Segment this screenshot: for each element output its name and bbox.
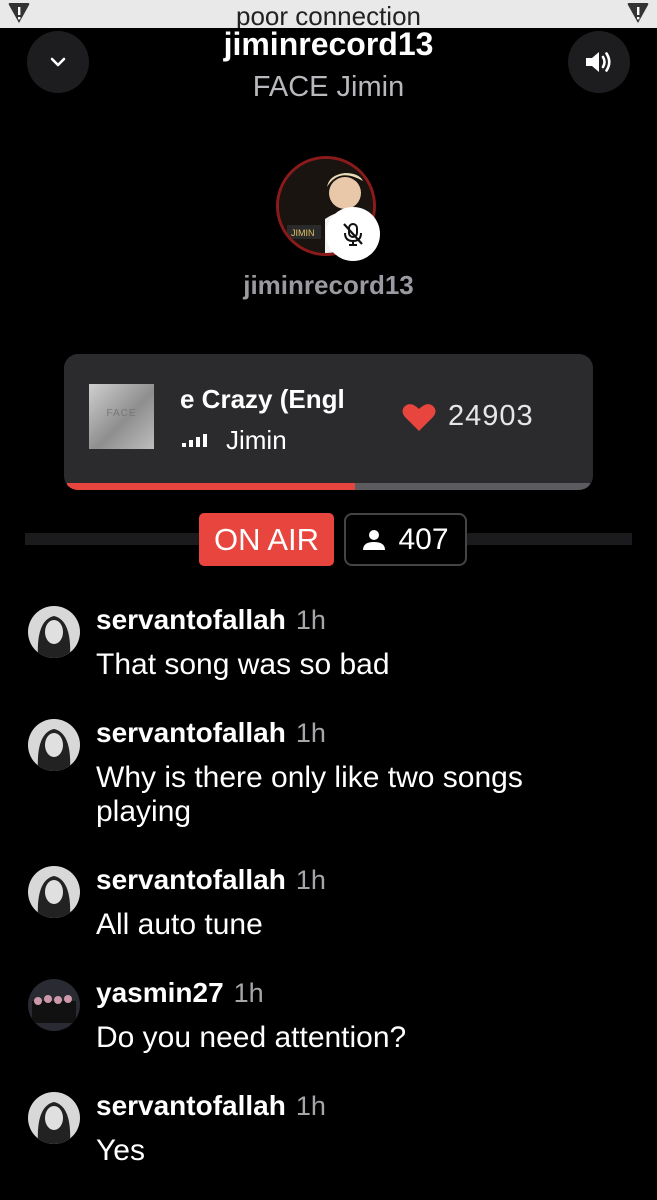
artist-row: Jimin — [182, 424, 287, 456]
album-cover-text: FACE — [106, 408, 137, 419]
chat-text: Do you need attention? — [96, 1021, 407, 1054]
now-playing-card[interactable]: FACE e Crazy (Engl Jimin 24903 — [64, 354, 593, 490]
heart-icon — [402, 403, 436, 431]
progress-fill — [67, 483, 355, 490]
signal-bars-icon — [182, 434, 207, 447]
album-cover: FACE — [89, 384, 154, 449]
connection-banner: poor connection — [0, 0, 657, 28]
user-avatar[interactable] — [28, 1092, 80, 1144]
title-fade — [354, 382, 378, 418]
connection-banner-text: poor connection — [235, 1, 422, 28]
room-title: jiminrecord13 — [223, 26, 434, 62]
on-air-badge: ON AIR — [199, 513, 334, 566]
user-avatar[interactable] — [28, 979, 80, 1031]
chat-username[interactable]: yasmin27 — [96, 977, 224, 1008]
chat-timestamp: 1h — [295, 718, 326, 748]
chat-text: That song was so bad — [96, 648, 390, 681]
svg-text:JIMIN: JIMIN — [291, 228, 315, 238]
like-count: 24903 — [448, 400, 534, 432]
chat-text: Why is there only like two songs playing — [96, 761, 523, 828]
person-icon — [363, 529, 386, 550]
chat-text: All auto tune — [96, 908, 263, 941]
divider-right — [467, 533, 632, 545]
chat-username[interactable]: servantofallah — [96, 717, 286, 748]
artist-name: Jimin — [226, 424, 287, 455]
mic-muted-icon — [343, 223, 363, 246]
chat-username[interactable]: servantofallah — [96, 864, 286, 895]
divider-left — [25, 533, 200, 545]
chat-timestamp: 1h — [295, 865, 326, 895]
user-avatar[interactable] — [28, 606, 80, 658]
host-name: jiminrecord13 — [243, 270, 414, 300]
chat-timestamp: 1h — [295, 605, 326, 635]
user-avatar[interactable] — [28, 719, 80, 771]
listener-count-badge[interactable]: 407 — [344, 513, 467, 566]
speaker-icon — [586, 52, 611, 72]
like-button[interactable]: 24903 — [402, 400, 534, 433]
volume-button[interactable] — [568, 31, 630, 93]
chat-username[interactable]: servantofallah — [96, 604, 286, 635]
warning-icon — [627, 3, 649, 23]
chat-timestamp: 1h — [295, 1091, 326, 1121]
chat-text: Yes — [96, 1134, 145, 1167]
mic-muted-badge — [326, 207, 380, 261]
chat-username[interactable]: servantofallah — [96, 1090, 286, 1121]
song-title: e Crazy (Engl — [180, 384, 345, 414]
room-subtitle: FACE Jimin — [252, 71, 405, 103]
progress-bar[interactable] — [67, 483, 590, 490]
listener-count: 407 — [398, 522, 449, 556]
chat-timestamp: 1h — [233, 978, 264, 1008]
user-avatar[interactable] — [28, 866, 80, 918]
